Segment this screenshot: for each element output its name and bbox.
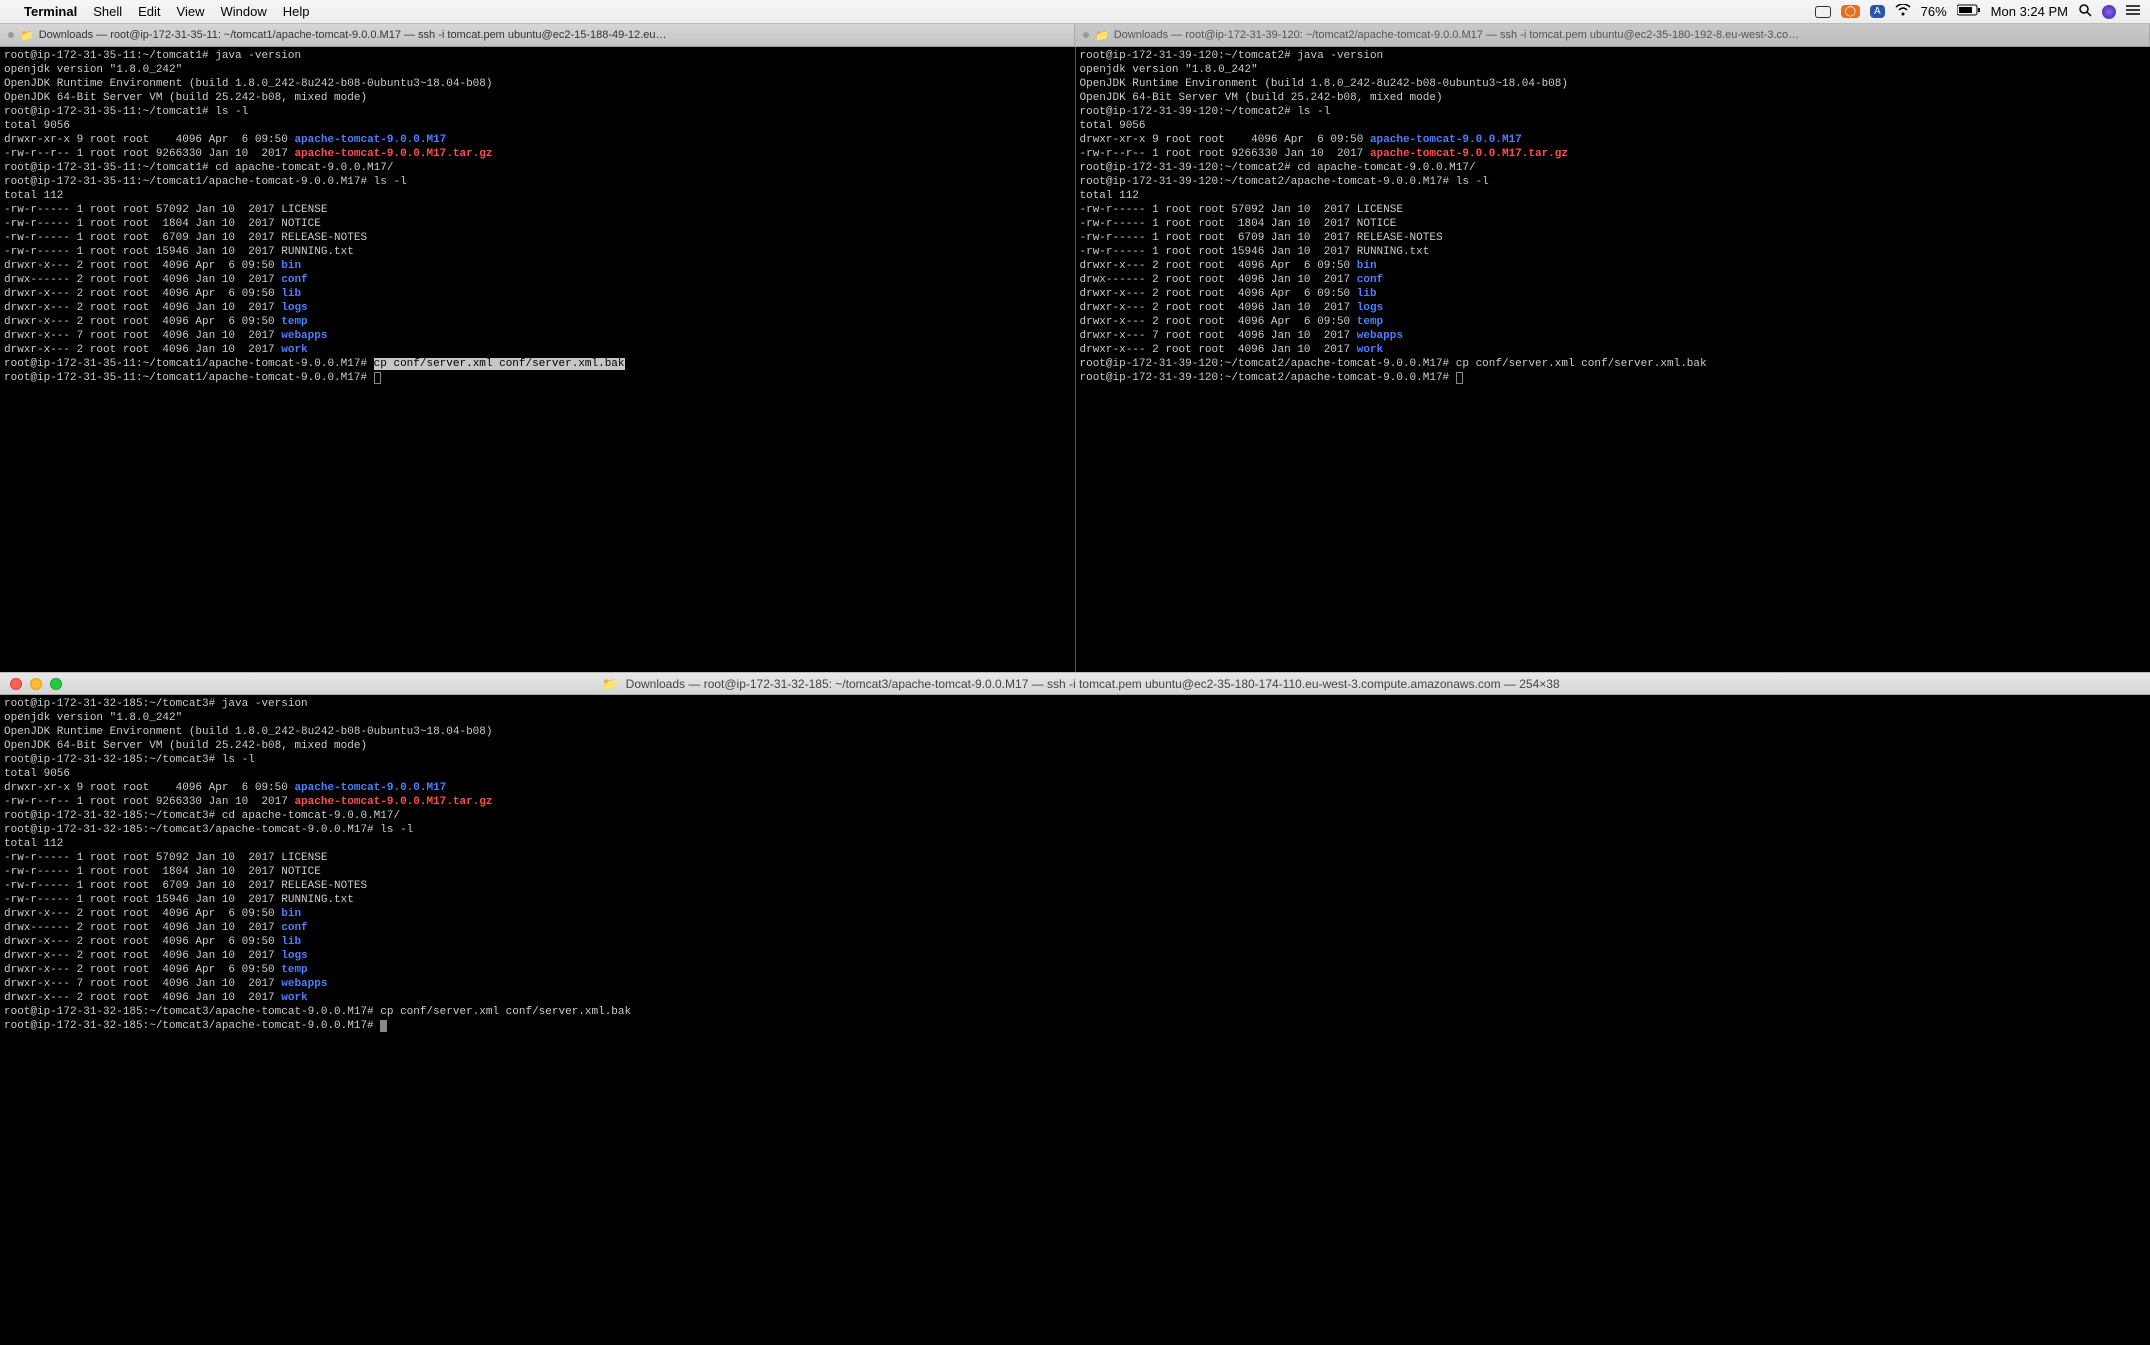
menu-shell[interactable]: Shell: [93, 4, 122, 19]
battery-icon[interactable]: [1957, 4, 1981, 19]
folder-icon: 📁: [20, 29, 34, 42]
tab-tomcat1[interactable]: 📁 Downloads — root@ip-172-31-35-11: ~/to…: [0, 24, 1075, 46]
terminal-split-top: root@ip-172-31-35-11:~/tomcat1# java -ve…: [0, 47, 2150, 672]
notification-center-icon[interactable]: [2126, 4, 2140, 19]
terminal-pane-tomcat1[interactable]: root@ip-172-31-35-11:~/tomcat1# java -ve…: [0, 47, 1076, 672]
window-title-text: Downloads — root@ip-172-31-32-185: ~/tom…: [626, 677, 1560, 691]
menu-edit[interactable]: Edit: [138, 4, 160, 19]
close-tab-icon[interactable]: [1083, 32, 1089, 38]
close-window-button[interactable]: [10, 678, 22, 690]
zoom-window-button[interactable]: [50, 678, 62, 690]
menubar-status-icons: ◯ A 76% Mon 3:24 PM: [1815, 3, 2140, 20]
status-icon-2[interactable]: ◯: [1841, 5, 1860, 18]
app-name[interactable]: Terminal: [24, 4, 77, 19]
folder-icon: 📁: [1095, 29, 1109, 42]
window-title: 📁 Downloads — root@ip-172-31-32-185: ~/t…: [72, 677, 2150, 691]
traffic-lights: [0, 678, 72, 690]
status-icon-1[interactable]: [1815, 6, 1831, 18]
menu-help[interactable]: Help: [283, 4, 310, 19]
terminal-pane-tomcat3[interactable]: root@ip-172-31-32-185:~/tomcat3# java -v…: [0, 695, 2150, 1345]
folder-icon: 📁: [602, 677, 617, 691]
close-tab-icon[interactable]: [8, 32, 14, 38]
siri-icon[interactable]: [2102, 5, 2116, 19]
battery-percent: 76%: [1921, 4, 1947, 19]
wifi-icon[interactable]: [1895, 4, 1911, 19]
menu-view[interactable]: View: [177, 4, 205, 19]
clock[interactable]: Mon 3:24 PM: [1991, 4, 2068, 19]
terminal-pane-tomcat2[interactable]: root@ip-172-31-39-120:~/tomcat2# java -v…: [1076, 47, 2150, 672]
minimize-window-button[interactable]: [30, 678, 42, 690]
terminal-window-bottom: 📁 Downloads — root@ip-172-31-32-185: ~/t…: [0, 672, 2150, 1345]
tab-tomcat2[interactable]: 📁 Downloads — root@ip-172-31-39-120: ~/t…: [1075, 24, 2150, 46]
tab-title-2: Downloads — root@ip-172-31-39-120: ~/tom…: [1114, 29, 1799, 41]
terminal-tab-bar: 📁 Downloads — root@ip-172-31-35-11: ~/to…: [0, 24, 2150, 47]
macos-menubar: Terminal Shell Edit View Window Help ◯ A…: [0, 0, 2150, 24]
tab-title-1: Downloads — root@ip-172-31-35-11: ~/tomc…: [39, 29, 667, 41]
spotlight-icon[interactable]: [2078, 3, 2092, 20]
window-titlebar[interactable]: 📁 Downloads — root@ip-172-31-32-185: ~/t…: [0, 672, 2150, 695]
status-icon-3[interactable]: A: [1870, 5, 1885, 18]
menu-window[interactable]: Window: [221, 4, 267, 19]
